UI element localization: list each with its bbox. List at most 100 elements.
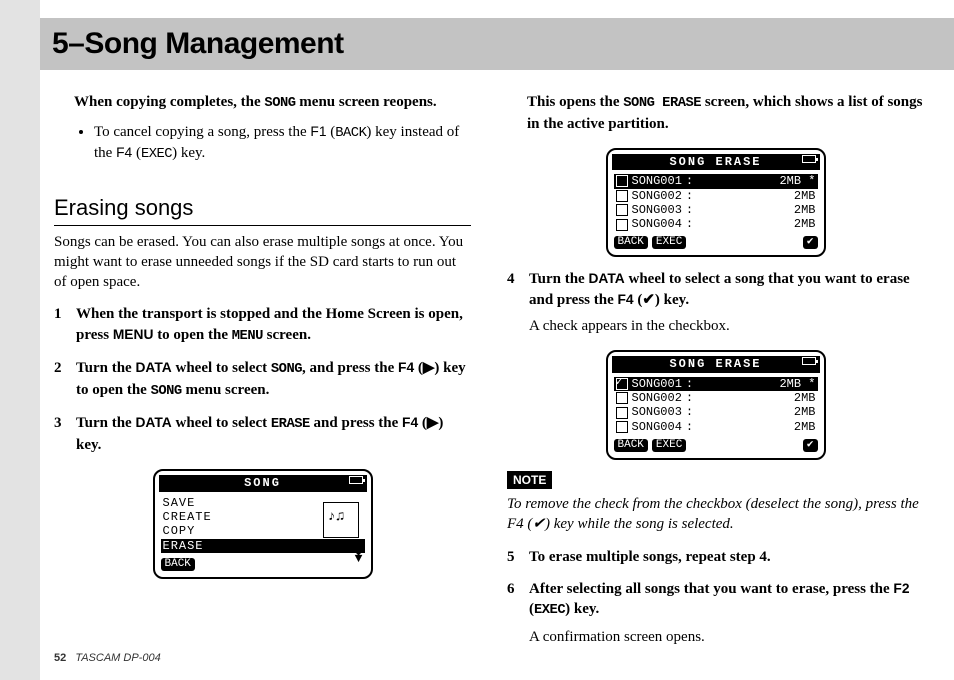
lcd-check-button: ✔ xyxy=(803,236,818,249)
battery-icon xyxy=(802,357,816,365)
lcd-song-row: SONG001 :2MB * xyxy=(614,377,818,391)
key-data: DATA xyxy=(135,415,171,430)
step-6-sub: A confirmation screen opens. xyxy=(529,627,924,647)
lcd-title-bar: SONG xyxy=(159,475,367,491)
key-data: DATA xyxy=(135,360,171,375)
text: menu screen. xyxy=(182,382,270,398)
step-3: Turn the DATA wheel to select ERASE and … xyxy=(54,413,471,455)
lcd-song-menu: SONG ▲◆▼ SAVECREATECOPYERASE BACK xyxy=(153,469,373,579)
song-name: SONG003 xyxy=(632,203,682,217)
inline-mono: BACK xyxy=(335,126,366,141)
lcd-song-row: SONG004 :2MB xyxy=(614,217,818,231)
song-size: 2MB xyxy=(794,405,816,419)
inline-mono: MENU xyxy=(232,329,263,344)
manual-page: 5–Song Management When copying completes… xyxy=(0,0,954,680)
text: To cancel copying a song, press the xyxy=(94,124,310,140)
text: to open the xyxy=(153,327,231,343)
lcd-song-erase-unchecked: SONG ERASE SONG001 :2MB * SONG002 :2MB S… xyxy=(606,148,826,258)
lcd-body: SONG001 :2MB * SONG002 :2MB SONG003 :2MB… xyxy=(614,174,818,232)
inline-mono: SONG ERASE xyxy=(623,96,701,111)
text: menu screen reopens. xyxy=(296,94,437,110)
lcd-song-row: SONG002 :2MB xyxy=(614,189,818,203)
lcd-song-row: SONG003 :2MB xyxy=(614,203,818,217)
music-note-icon xyxy=(323,502,359,538)
lcd-title-text: SONG ERASE xyxy=(669,357,761,371)
inline-mono: EXEC xyxy=(534,603,565,618)
song-name: SONG004 xyxy=(632,420,682,434)
lcd-back-button: BACK xyxy=(614,439,648,452)
song-size: 2MB xyxy=(794,189,816,203)
key-f4: F4 xyxy=(618,292,634,307)
right-column: This opens the SONG ERASE screen, which … xyxy=(507,86,924,640)
key-f4: F4 xyxy=(402,415,418,430)
text: ( xyxy=(327,124,336,140)
text: ( xyxy=(132,145,141,161)
battery-icon xyxy=(802,155,816,163)
content-columns: When copying completes, the SONG menu sc… xyxy=(54,86,924,640)
song-name: SONG001 xyxy=(632,174,682,188)
text: This opens the xyxy=(527,94,623,110)
text: and press the xyxy=(310,415,402,431)
checkbox-icon xyxy=(616,421,628,433)
inline-mono: ERASE xyxy=(271,417,310,432)
text: Turn the xyxy=(529,271,588,287)
lcd-check-button: ✔ xyxy=(803,439,818,452)
key-data: DATA xyxy=(588,271,624,286)
song-size: 2MB xyxy=(794,217,816,231)
text: key. xyxy=(570,601,599,617)
text: After selecting all songs that you want … xyxy=(529,581,893,597)
step-2: Turn the DATA wheel to select SONG, and … xyxy=(54,358,471,401)
copy-complete-note: When copying completes, the SONG menu sc… xyxy=(74,92,471,114)
lcd-footer: BACK xyxy=(161,558,365,571)
text: When copying completes, the xyxy=(74,94,264,110)
song-name: SONG003 xyxy=(632,405,682,419)
song-name: SONG002 xyxy=(632,391,682,405)
song-size: 2MB * xyxy=(779,377,815,391)
song-erase-intro: This opens the SONG ERASE screen, which … xyxy=(527,92,924,134)
lcd-title-text: SONG xyxy=(244,476,281,490)
step-1: When the transport is stopped and the Ho… xyxy=(54,304,471,346)
text: Turn the xyxy=(76,415,135,431)
checkbox-icon xyxy=(616,190,628,202)
page-footer: 52 TASCAM DP-004 xyxy=(54,651,161,666)
cancel-copy-bullet: To cancel copying a song, press the F1 (… xyxy=(94,122,471,165)
inline-mono: SONG xyxy=(264,96,295,111)
key-f2: F2 xyxy=(893,581,909,596)
lcd-exec-button: EXEC xyxy=(652,236,686,249)
erasing-songs-heading: Erasing songs xyxy=(54,193,471,226)
lcd-menu-item: ERASE xyxy=(161,539,365,553)
text: screen. xyxy=(263,327,311,343)
text: , and press the xyxy=(302,360,398,376)
step-4-sub: A check appears in the checkbox. xyxy=(529,316,924,336)
cancel-copy-bullet-list: To cancel copying a song, press the F1 (… xyxy=(94,122,471,165)
text: wheel to select xyxy=(172,415,271,431)
left-column: When copying completes, the SONG menu sc… xyxy=(54,86,471,640)
lcd-footer: BACK EXEC ✔ xyxy=(614,236,818,249)
erase-steps-left: When the transport is stopped and the Ho… xyxy=(54,304,471,455)
key-menu: MENU xyxy=(113,327,154,342)
lcd-body: ▲◆▼ SAVECREATECOPYERASE xyxy=(161,496,365,554)
step-5: To erase multiple songs, repeat step 4. xyxy=(507,547,924,567)
step-6: After selecting all songs that you want … xyxy=(507,579,924,647)
checkbox-icon xyxy=(616,392,628,404)
song-size: 2MB xyxy=(794,203,816,217)
text: key. xyxy=(177,145,205,161)
lcd-footer: BACK EXEC ✔ xyxy=(614,439,818,452)
step-4: Turn the DATA wheel to select a song tha… xyxy=(507,269,924,336)
page-side-bar xyxy=(0,0,40,680)
song-name: SONG002 xyxy=(632,189,682,203)
checkbox-icon xyxy=(616,378,628,390)
song-name: SONG004 xyxy=(632,217,682,231)
lcd-back-button: BACK xyxy=(614,236,648,249)
checkbox-icon xyxy=(616,204,628,216)
song-size: 2MB xyxy=(794,420,816,434)
lcd-body: SONG001 :2MB * SONG002 :2MB SONG003 :2MB… xyxy=(614,377,818,435)
note-block: NOTE To remove the check from the checkb… xyxy=(507,470,924,535)
chapter-title: 5–Song Management xyxy=(52,24,344,65)
lcd-song-row: SONG001 :2MB * xyxy=(614,174,818,188)
checkbox-icon xyxy=(616,175,628,187)
erase-steps-right: Turn the DATA wheel to select a song tha… xyxy=(507,269,924,336)
lcd-title-bar: SONG ERASE xyxy=(612,356,820,372)
page-number: 52 xyxy=(54,652,66,664)
lcd-song-row: SONG004 :2MB xyxy=(614,420,818,434)
